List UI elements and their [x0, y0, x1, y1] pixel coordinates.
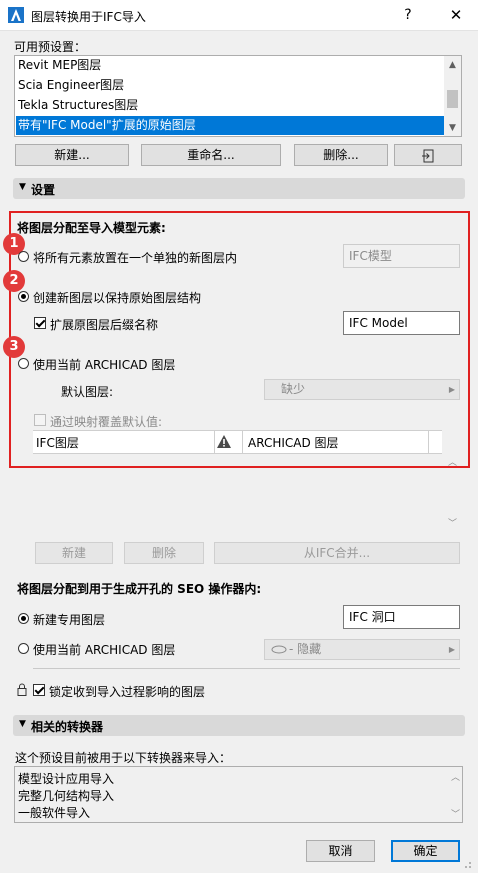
cancel-button[interactable]: 取消	[306, 840, 375, 862]
dropdown-arrow-icon: ▶	[448, 645, 455, 654]
scroll-up-icon[interactable]: ▲	[444, 57, 461, 73]
presets-list[interactable]: Revit MEP图层 Scia Engineer图层 Tekla Struct…	[14, 55, 462, 137]
preset-item[interactable]: Revit MEP图层	[16, 56, 448, 75]
override-label: 通过映射覆盖默认值:	[50, 415, 163, 429]
ok-button[interactable]: 确定	[391, 840, 460, 862]
scroll-down-icon[interactable]: ▼	[444, 120, 461, 136]
seo-option2-label[interactable]: 使用当前 ARCHICAD 图层	[33, 641, 175, 658]
suffix-field[interactable]: IFC Model	[343, 311, 460, 335]
archicad-app-icon	[8, 7, 24, 23]
separator	[33, 668, 460, 669]
resize-grip-icon[interactable]	[462, 858, 472, 868]
seo-option1-radio[interactable]	[18, 613, 29, 624]
table-divider	[242, 431, 243, 453]
option1-label[interactable]: 将所有元素放置在一个单独的新图层内	[33, 249, 237, 266]
default-layer-value: 缺少	[281, 382, 306, 396]
window-title: 图层转换用于IFC导入	[31, 10, 146, 24]
seo-dropdown-value: - 隐藏	[289, 642, 322, 656]
list-item: 完整几何结构导入	[18, 789, 115, 803]
list-item: 一般软件导入	[18, 806, 91, 820]
merge-from-ifc-button: 从IFC合并...	[214, 542, 460, 564]
table-col-archicad: ARCHICAD 图层	[248, 436, 339, 450]
title-bar: 图层转换用于IFC导入 ? ✕	[0, 0, 478, 31]
seo-option1-label[interactable]: 新建专用图层	[33, 611, 105, 628]
seo-layer-dropdown: - 隐藏 ▶	[264, 639, 460, 660]
import-preset-button[interactable]	[394, 144, 462, 166]
collapse-triangle-icon: ▼	[19, 182, 26, 192]
preset-item-selected[interactable]: 带有"IFC Model"扩展的原始图层	[16, 116, 448, 135]
import-icon	[421, 148, 435, 162]
suffix-checkbox[interactable]	[34, 317, 46, 329]
scroll-up-icon[interactable]: ︿	[451, 770, 460, 783]
close-button[interactable]: ✕	[443, 4, 469, 26]
dropdown-arrow-icon: ▶	[448, 385, 455, 394]
assign-heading: 将图层分配至导入模型元素:	[17, 221, 166, 235]
option2-radio[interactable]	[18, 291, 29, 302]
settings-section-header[interactable]: ▼ 设置	[13, 178, 465, 199]
eye-icon	[271, 640, 287, 665]
list-item: 模型设计应用导入	[18, 772, 115, 786]
scroll-up-icon[interactable]: ︿	[448, 455, 457, 468]
scroll-thumb[interactable]	[447, 90, 458, 108]
option1-layer-field: IFC模型	[343, 244, 460, 268]
seo-layer-field[interactable]: IFC 洞口	[343, 605, 460, 629]
delete-preset-button[interactable]: 删除...	[294, 144, 388, 166]
mapping-new-button: 新建	[35, 542, 113, 564]
presets-scrollbar[interactable]: ▲ ▼	[444, 56, 461, 136]
related-section-header[interactable]: ▼ 相关的转换器	[13, 715, 465, 736]
presets-label: 可用预设置：	[14, 40, 87, 54]
default-layer-label: 默认图层:	[61, 385, 114, 399]
translators-list: 模型设计应用导入 完整几何结构导入 一般软件导入 ︿ ﹀	[14, 766, 463, 823]
mapping-table: IFC图层 ARCHICAD 图层	[33, 430, 442, 454]
suffix-label[interactable]: 扩展原图层后缀名称	[50, 316, 158, 333]
related-description: 这个预设目前被用于以下转换器来导入：	[15, 751, 232, 765]
option3-label[interactable]: 使用当前 ARCHICAD 图层	[33, 356, 175, 373]
lock-layers-label[interactable]: 锁定收到导入过程影响的图层	[49, 683, 205, 700]
table-divider	[428, 431, 429, 453]
seo-option2-radio[interactable]	[18, 643, 29, 654]
related-header-label: 相关的转换器	[31, 720, 104, 734]
lock-layers-checkbox[interactable]	[33, 684, 45, 696]
annotation-marker-2: 2	[3, 270, 25, 292]
collapse-triangle-icon: ▼	[19, 719, 26, 729]
preset-item[interactable]: Tekla Structures图层	[16, 96, 448, 115]
new-preset-button[interactable]: 新建...	[15, 144, 129, 166]
help-button[interactable]: ?	[395, 4, 421, 26]
lock-icon	[17, 683, 27, 699]
mapping-delete-button: 删除	[124, 542, 204, 564]
preset-item[interactable]: Scia Engineer图层	[16, 76, 448, 95]
scroll-down-icon[interactable]: ﹀	[448, 516, 457, 529]
option1-radio[interactable]	[18, 251, 29, 262]
table-divider	[214, 431, 215, 453]
option3-radio[interactable]	[18, 358, 29, 369]
seo-heading: 将图层分配到用于生成开孔的 SEO 操作器内:	[17, 582, 262, 596]
mapping-scrollbar[interactable]: ︿ ﹀	[444, 430, 461, 530]
rename-preset-button[interactable]: 重命名...	[141, 144, 281, 166]
override-checkbox	[34, 414, 46, 426]
default-layer-dropdown: 缺少 ▶	[264, 379, 460, 400]
option2-label[interactable]: 创建新图层以保持原始图层结构	[33, 289, 201, 306]
scroll-down-icon[interactable]: ﹀	[451, 807, 460, 820]
settings-header-label: 设置	[31, 183, 56, 197]
warning-icon	[216, 434, 232, 452]
annotation-marker-3: 3	[3, 336, 25, 358]
table-col-ifc: IFC图层	[36, 436, 79, 450]
